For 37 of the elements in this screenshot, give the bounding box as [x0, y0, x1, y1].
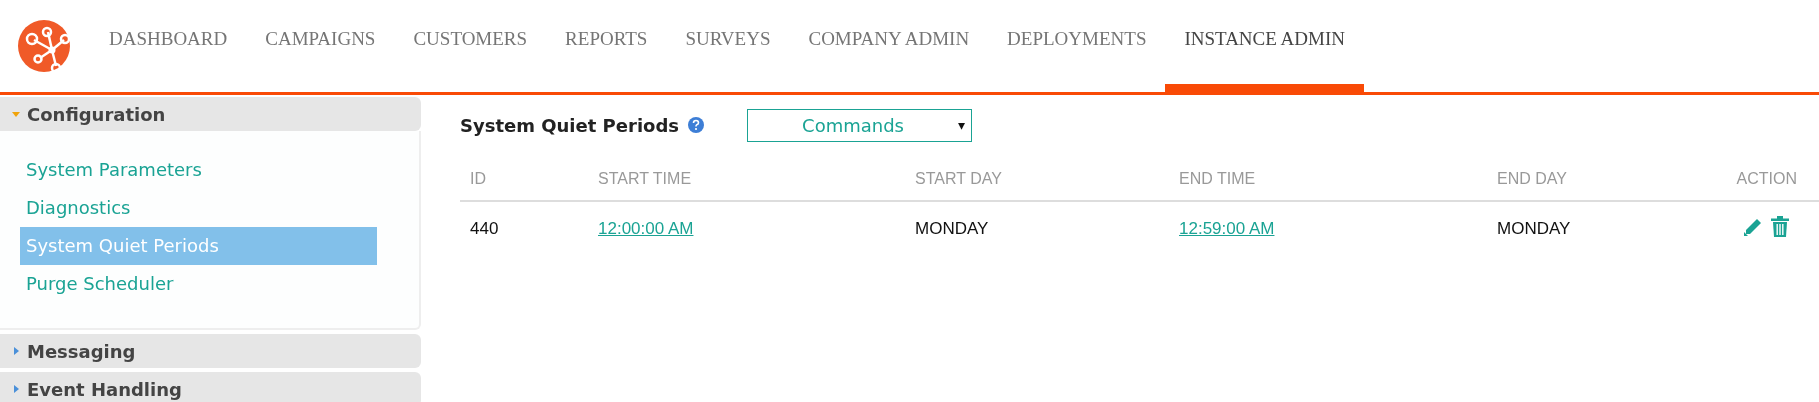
column-header: ID	[460, 166, 588, 201]
section-header[interactable]: Event Handling	[0, 372, 421, 402]
time-link[interactable]: 12:59:00 AM	[1179, 218, 1275, 238]
page-title: System Quiet Periods	[460, 114, 680, 136]
nav-tab[interactable]: DEPLOYMENTS	[988, 0, 1166, 92]
table-cell: MONDAY	[905, 201, 1169, 256]
commands-dropdown[interactable]: Commands ▾	[747, 108, 973, 142]
section-title: Event Handling	[27, 378, 182, 400]
nav-tab[interactable]: COMPANY ADMIN	[789, 0, 989, 92]
nav-tab[interactable]: CUSTOMERS	[394, 0, 547, 92]
caret-right-icon	[12, 385, 20, 393]
column-header: START DAY	[905, 166, 1169, 201]
nav-tab[interactable]: INSTANCE ADMIN	[1165, 0, 1364, 92]
nav-tab[interactable]: SURVEYS	[666, 0, 790, 92]
nav-tab[interactable]: DASHBOARD	[90, 0, 247, 92]
delete-icon[interactable]	[1771, 216, 1789, 237]
time-link[interactable]: 12:00:00 AM	[598, 218, 694, 238]
column-header: START TIME	[588, 166, 905, 201]
section-title: Messaging	[27, 340, 136, 362]
column-header: END DAY	[1487, 166, 1707, 201]
column-header: END TIME	[1169, 166, 1487, 201]
help-icon[interactable]	[687, 116, 706, 134]
caret-down-icon	[12, 110, 20, 118]
table-cell: 440	[460, 201, 588, 256]
section-header[interactable]: Configuration	[0, 97, 421, 131]
nav-tab[interactable]: REPORTS	[546, 0, 667, 92]
section-header[interactable]: Messaging	[0, 334, 421, 368]
nav-tab[interactable]: CAMPAIGNS	[246, 0, 395, 92]
sidebar-item[interactable]: Purge Scheduler	[20, 265, 377, 303]
section-title: Configuration	[27, 103, 166, 125]
column-header: ACTION	[1707, 166, 1819, 201]
table-cell: MONDAY	[1487, 201, 1707, 256]
caret-right-icon	[12, 347, 20, 355]
sidebar-item[interactable]: System Parameters	[20, 151, 377, 189]
logo-icon[interactable]	[18, 20, 70, 72]
sidebar-item[interactable]: Diagnostics	[20, 189, 377, 227]
edit-icon[interactable]	[1743, 216, 1763, 237]
